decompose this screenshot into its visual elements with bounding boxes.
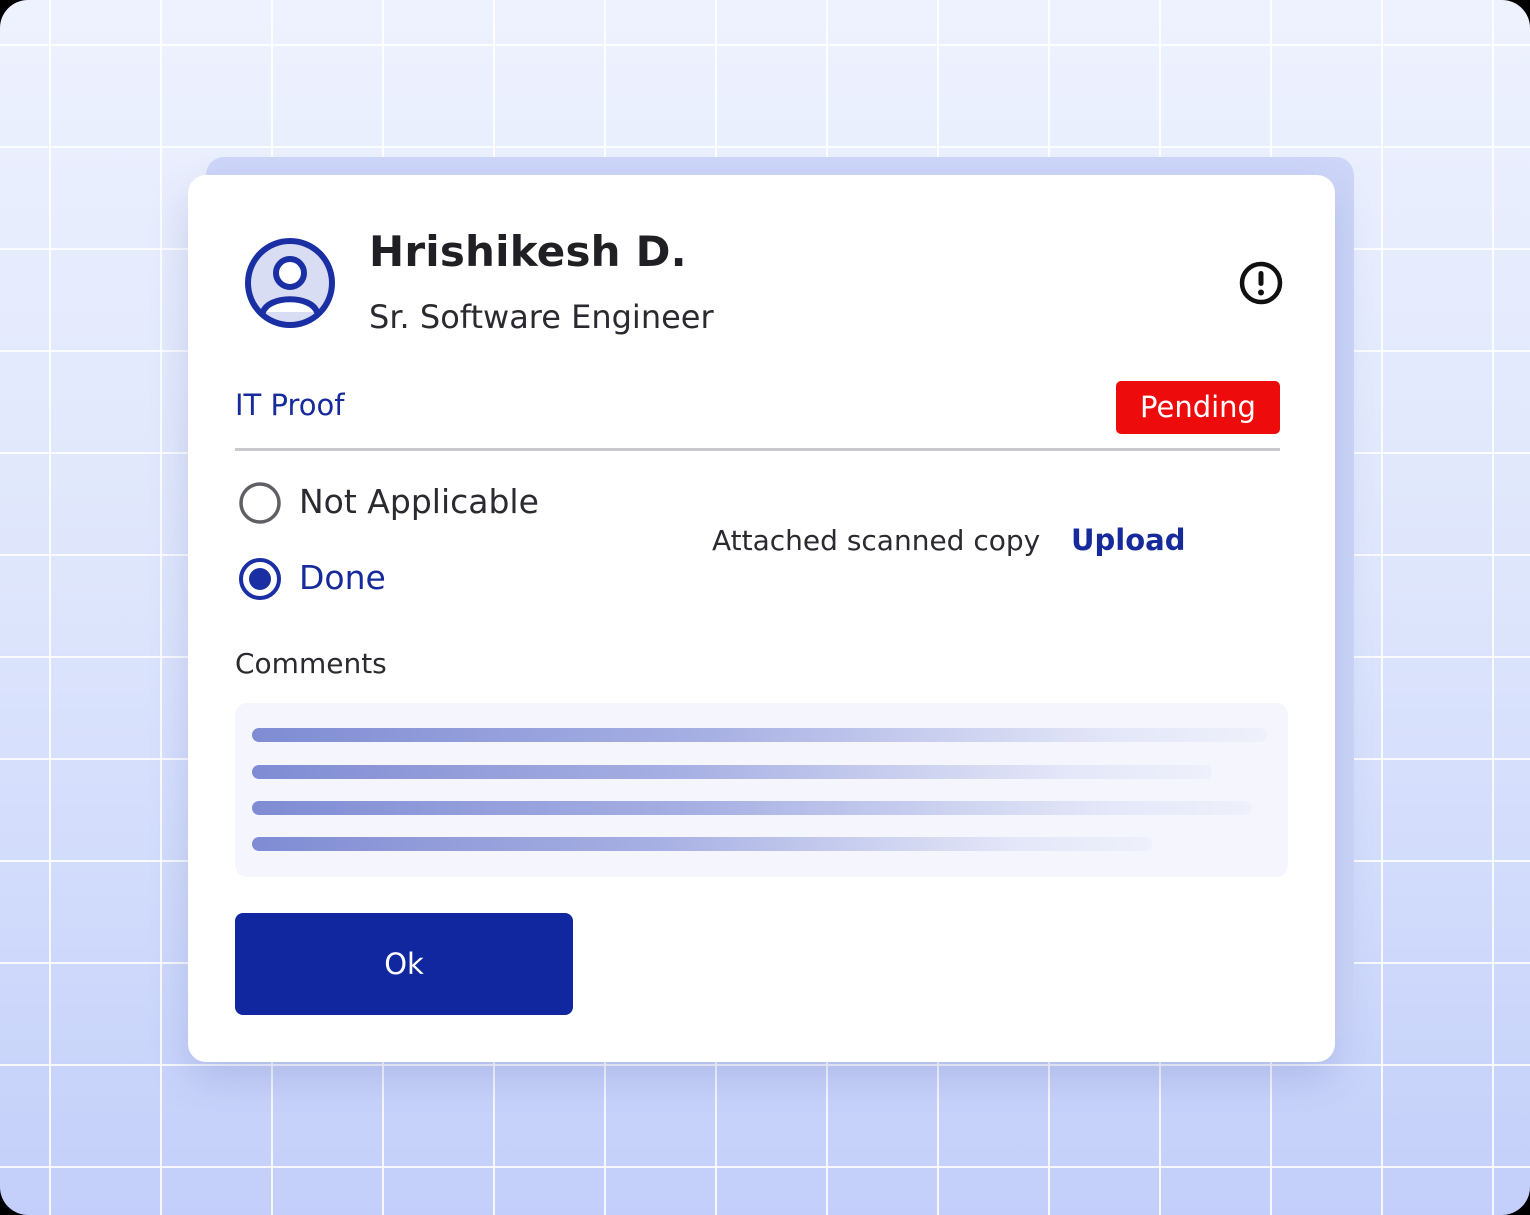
it-proof-card: Hrishikesh D. Sr. Software Engineer IT P… <box>188 175 1335 1062</box>
comment-placeholder-line <box>252 728 1267 742</box>
employee-role: Sr. Software Engineer <box>369 298 714 336</box>
section-title: IT Proof <box>235 388 345 422</box>
comment-placeholder-line <box>252 837 1152 851</box>
status-badge: Pending <box>1116 381 1280 434</box>
radio-done[interactable] <box>238 557 282 601</box>
comment-placeholder-line <box>252 801 1252 815</box>
section-divider <box>235 448 1280 451</box>
background-grid: Hrishikesh D. Sr. Software Engineer IT P… <box>0 0 1530 1215</box>
radio-label-not-applicable[interactable]: Not Applicable <box>299 482 539 521</box>
radio-not-applicable[interactable] <box>238 481 282 525</box>
radio-label-done[interactable]: Done <box>299 558 386 597</box>
comments-textarea[interactable] <box>235 703 1288 877</box>
exclamation-circle-icon[interactable] <box>1238 260 1284 306</box>
attachment-label: Attached scanned copy <box>712 524 1041 557</box>
user-circle-icon <box>245 238 335 328</box>
comments-label: Comments <box>235 647 387 680</box>
ok-button[interactable]: Ok <box>235 913 573 1015</box>
comment-placeholder-line <box>252 765 1212 779</box>
upload-link[interactable]: Upload <box>1071 523 1186 557</box>
employee-name: Hrishikesh D. <box>369 227 687 276</box>
